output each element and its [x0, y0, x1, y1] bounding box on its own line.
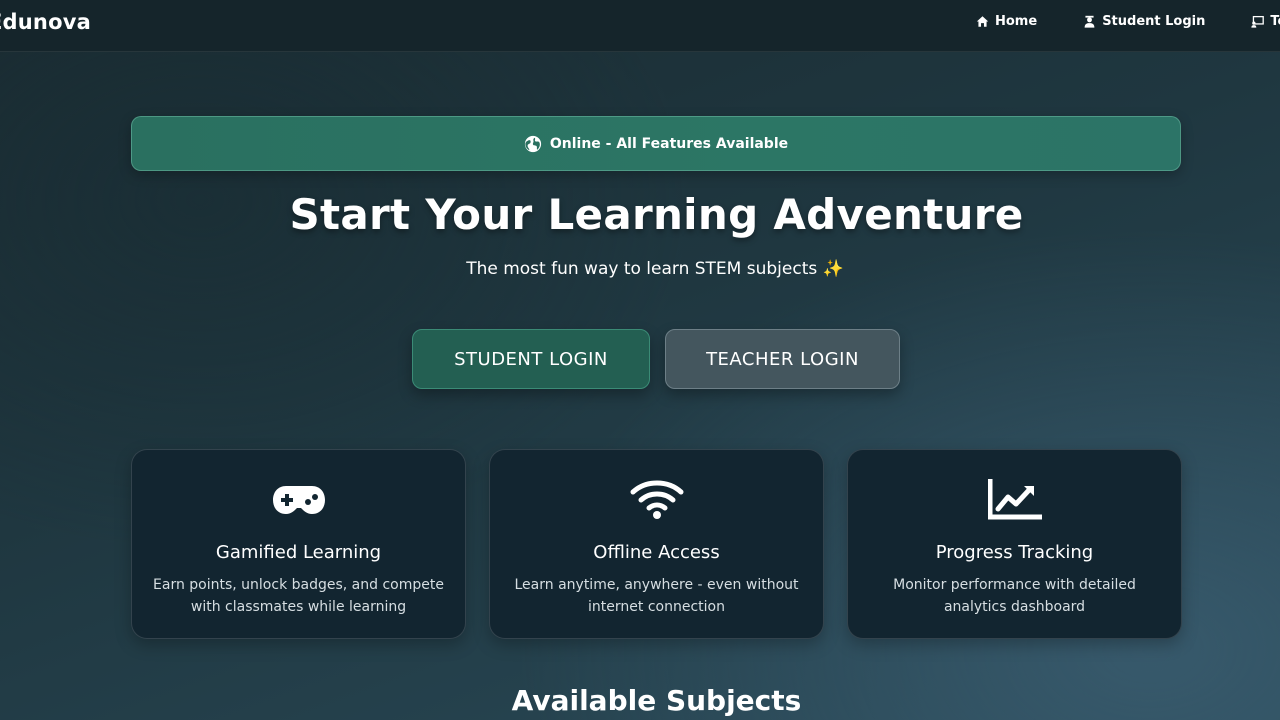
feature-title: Progress Tracking	[935, 542, 1094, 563]
teacher-login-button[interactable]: TEACHER LOGIN	[665, 329, 900, 389]
nav-teacher-link[interactable]: Teach	[1251, 14, 1280, 29]
feature-title: Offline Access	[593, 542, 720, 563]
chart-line-icon	[987, 479, 1042, 520]
subjects-section-title: Available Subjects	[511, 684, 802, 717]
chalkboard-teacher-icon	[1251, 15, 1265, 28]
top-navbar: Edunova Home Student Login Teach	[0, 0, 1280, 52]
feature-card-offline: Offline Access Learn anytime, anywhere -…	[489, 449, 824, 639]
nav-links: Home Student Login Teach	[976, 14, 1280, 29]
connection-status-banner: Online - All Features Available	[131, 116, 1181, 171]
feature-description: Earn points, unlock badges, and compete …	[153, 577, 444, 615]
globe-icon	[524, 135, 541, 152]
nav-home-label: Home	[995, 14, 1038, 29]
status-text: Online - All Features Available	[549, 135, 789, 152]
feature-card-gamified: Gamified Learning Earn points, unlock ba…	[131, 449, 466, 639]
nav-student-login-link[interactable]: Student Login	[1083, 14, 1205, 29]
student-login-button[interactable]: STUDENT LOGIN	[412, 329, 650, 389]
feature-card-progress: Progress Tracking Monitor performance wi…	[847, 449, 1182, 639]
feature-description: Monitor performance with detailed analyt…	[893, 577, 1136, 615]
brand-logo[interactable]: Edunova	[0, 10, 91, 34]
wifi-icon	[630, 480, 683, 519]
user-graduate-icon	[1084, 15, 1095, 28]
feature-title: Gamified Learning	[215, 542, 382, 563]
gamepad-icon	[272, 486, 325, 514]
feature-description: Learn anytime, anywhere - even without i…	[514, 577, 799, 615]
hero-subtitle: The most fun way to learn STEM subjects …	[466, 259, 844, 279]
home-icon	[976, 16, 989, 27]
nav-home-link[interactable]: Home	[976, 14, 1037, 29]
nav-student-login-label: Student Login	[1102, 14, 1206, 29]
hero-title: Start Your Learning Adventure	[289, 190, 1024, 239]
nav-teacher-label: Teach	[1270, 14, 1280, 29]
